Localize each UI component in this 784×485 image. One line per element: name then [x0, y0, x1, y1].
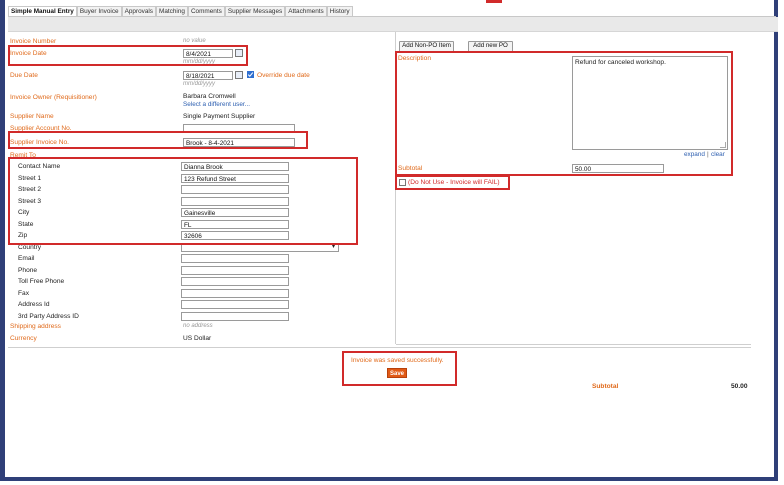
address-input[interactable] [181, 300, 289, 309]
address-input[interactable] [181, 254, 289, 263]
footer-subtotal-value: 50.00 [731, 383, 748, 390]
footer-divider [8, 347, 751, 348]
currency-value: US Dollar [183, 335, 212, 342]
tab-attachments[interactable]: Attachments [285, 6, 327, 16]
tab-simple-manual-entry[interactable]: Simple Manual Entry [8, 6, 77, 16]
tab-matching[interactable]: Matching [156, 6, 188, 16]
due-date-input[interactable]: 8/18/2021 [183, 71, 233, 80]
tab-supplier-messages[interactable]: Supplier Messages [224, 6, 286, 16]
address-input[interactable] [181, 277, 289, 286]
address-input[interactable] [181, 288, 289, 298]
save-highlight [342, 351, 457, 386]
tab-approvals[interactable]: Approvals [121, 6, 156, 16]
tab-comments[interactable]: Comments [187, 6, 225, 16]
currency-label: Currency [10, 335, 37, 342]
address-label: Toll Free Phone [18, 278, 65, 285]
invoice-owner-label: Invoice Owner (Requisitioner) [10, 94, 97, 101]
description-highlight [395, 51, 733, 176]
tab-buyer-invoice[interactable]: Buyer Invoice [76, 6, 122, 16]
footer-subtotal-label: Subtotal [592, 383, 619, 390]
supplier-invoice-highlight [8, 131, 308, 149]
override-due-date-label: Override due date [257, 72, 310, 79]
tab-history[interactable]: History [326, 6, 353, 16]
address-label: Phone [18, 266, 38, 274]
override-checkbox[interactable] [247, 71, 254, 78]
address-label: Fax [18, 289, 29, 297]
due-date-label: Due Date [10, 72, 38, 79]
supplier-name-value: Single Payment Supplier [183, 113, 256, 120]
select-user-link[interactable]: Select a different user... [183, 101, 250, 108]
due-date-hint: mm/dd/yyyy [183, 81, 216, 87]
address-label: 3rd Party Address ID [18, 312, 79, 320]
invoice-owner-value: Barbara Cromwell [183, 93, 236, 100]
do-not-use-highlight [395, 175, 510, 190]
invoice-date-highlight [8, 45, 248, 66]
address-label: Email [18, 255, 35, 262]
right-bottom-divider [396, 344, 751, 345]
address-label: Address Id [18, 301, 50, 308]
top-highlight-mark [486, 0, 502, 3]
address-input[interactable] [181, 311, 289, 321]
shipping-address-value: no address [183, 323, 213, 329]
calendar-icon[interactable] [235, 71, 243, 79]
toolbar-strip [8, 17, 778, 32]
remit-address-highlight [8, 157, 358, 245]
tab-bar: Simple Manual Entry Buyer Invoice Approv… [8, 6, 353, 16]
address-input[interactable] [181, 265, 289, 275]
invoice-number-label: Invoice Number [10, 38, 57, 45]
shipping-address-label: Shipping address [10, 323, 61, 330]
invoice-number-value: no value [183, 38, 206, 44]
supplier-name-label: Supplier Name [10, 113, 54, 120]
